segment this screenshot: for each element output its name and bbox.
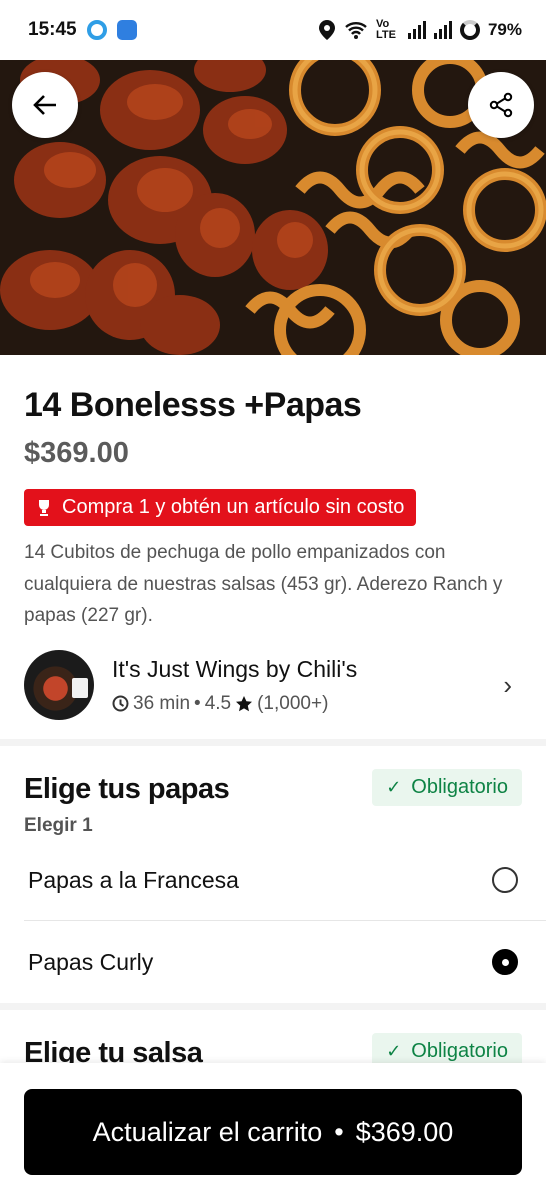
signal-icon-2 (433, 21, 452, 39)
section-subtitle: Elegir 1 (24, 815, 93, 836)
radio-button[interactable] (492, 867, 518, 893)
back-button[interactable] (12, 72, 78, 138)
star-icon (236, 695, 253, 711)
cart-button-label: Actualizar el carrito (92, 1116, 323, 1147)
arrow-left-icon (33, 95, 56, 115)
option-label: Papas Curly (28, 948, 154, 975)
signal-icon (407, 21, 426, 39)
option-label: Papas a la Francesa (28, 866, 239, 893)
bottom-bar: Actualizar el carrito • $369.00 (0, 1063, 546, 1200)
wifi-icon (345, 22, 367, 39)
promo-badge: Compra 1 y obtén un artículo sin costo (24, 489, 417, 526)
battery-level: 79% (487, 20, 522, 39)
chevron-right-icon: › (503, 669, 512, 700)
restaurant-meta: 36 min • 4.5 (1,000+) (112, 693, 503, 715)
delivery-time: 36 min (133, 692, 191, 714)
location-icon (318, 20, 335, 40)
share-icon (489, 92, 513, 118)
check-icon: ✓ (386, 1041, 402, 1061)
restaurant-row[interactable]: It's Just Wings by Chili's 36 min • 4.5 … (24, 650, 522, 720)
restaurant-name: It's Just Wings by Chili's (112, 655, 358, 682)
option-papas-curly[interactable]: Papas Curly (28, 922, 518, 1002)
food-photo (0, 60, 546, 355)
promo-label: Compra 1 y obtén un artículo sin costo (62, 496, 405, 518)
section-title-papas: Elige tus papas (24, 773, 230, 805)
restaurant-rating: 4.5 (204, 692, 232, 714)
option-papas-francesa[interactable]: Papas a la Francesa (28, 840, 518, 920)
radio-button-selected[interactable] (492, 949, 518, 975)
section-divider (0, 1003, 546, 1010)
app-notification-icon-2 (116, 20, 137, 40)
share-button[interactable] (468, 72, 534, 138)
required-badge: ✓ Obligatorio (372, 769, 522, 806)
section-divider (0, 739, 546, 746)
restaurant-avatar (24, 650, 94, 720)
cart-button-price: $369.00 (355, 1116, 454, 1147)
meta-separator: • (194, 692, 201, 714)
required-label: Obligatorio (411, 1040, 508, 1062)
product-price: $369.00 (24, 437, 129, 469)
trophy-icon (39, 499, 49, 516)
app-notification-icon (86, 20, 107, 40)
battery-icon (459, 20, 480, 40)
product-description: 14 Cubitos de pechuga de pollo empanizad… (24, 542, 503, 626)
status-bar: 15:45 Vo LTE 79% (0, 0, 546, 60)
product-title: 14 Bonelesss +Papas (24, 386, 362, 424)
required-label: Obligatorio (411, 776, 508, 798)
clock-icon (112, 695, 129, 712)
cart-button-separator: • (334, 1116, 344, 1147)
review-count: (1,000+) (257, 692, 329, 714)
check-icon: ✓ (386, 777, 402, 797)
network-label: Vo LTE (375, 18, 396, 41)
status-time: 15:45 (28, 19, 77, 40)
update-cart-button[interactable]: Actualizar el carrito • $369.00 (24, 1089, 522, 1175)
product-image (0, 60, 546, 355)
option-separator (24, 920, 546, 921)
